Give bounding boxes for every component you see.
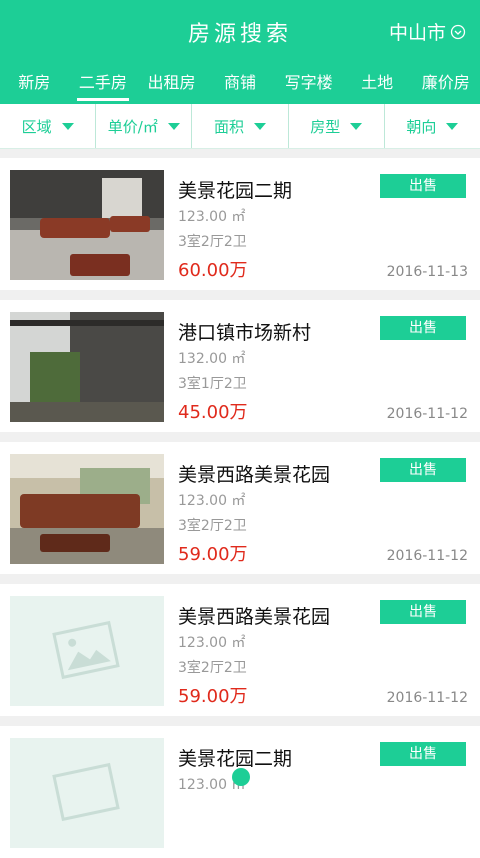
living-room-photo — [10, 454, 164, 564]
tab-affordable[interactable]: 廉价房 — [411, 62, 480, 104]
placeholder-image-icon — [10, 596, 164, 706]
filter-label: 朝向 — [406, 117, 437, 136]
listing-card[interactable]: 港口镇市场新村 132.00 ㎡ 3室1厅2卫 45.00万 出售 2016-1… — [0, 300, 480, 432]
filter-orientation[interactable]: 朝向 — [383, 104, 480, 148]
filter-area[interactable]: 面积 — [191, 104, 287, 148]
dropdown-arrow-icon — [350, 122, 363, 130]
dropdown-arrow-icon — [446, 122, 459, 130]
status-badge: 出售 — [380, 458, 466, 482]
city-selector[interactable]: 中山市 — [389, 18, 466, 45]
balcony-photo — [10, 312, 164, 422]
listing-area: 123.00 ㎡ — [178, 635, 246, 651]
status-badge: 出售 — [380, 316, 466, 340]
listing-date: 2016-11-13 — [386, 264, 468, 280]
dropdown-arrow-icon — [254, 122, 267, 130]
status-badge: 出售 — [380, 600, 466, 624]
chevron-down-circle-icon — [450, 24, 466, 39]
tab-new-homes[interactable]: 新房 — [0, 62, 69, 104]
listing-price: 45.00万 — [178, 402, 248, 423]
tab-shops[interactable]: 商铺 — [206, 62, 275, 104]
status-badge: 出售 — [380, 174, 466, 198]
filter-label: 面积 — [214, 117, 245, 136]
tab-rental[interactable]: 出租房 — [137, 62, 206, 104]
listing-price: 59.00万 — [178, 686, 248, 707]
listing-card[interactable]: 美景西路美景花园 123.00 ㎡ 3室2厅2卫 59.00万 出售 2016-… — [0, 584, 480, 716]
listing-price: 59.00万 — [178, 544, 248, 565]
listing-date: 2016-11-12 — [386, 690, 468, 706]
floating-action-button[interactable] — [232, 768, 250, 786]
filter-bar: 区域 单价/㎡ 面积 房型 朝向 — [0, 104, 480, 149]
listing-title: 美景花园二期 — [178, 748, 293, 770]
listing-card[interactable]: 美景花园二期 123.00 ㎡ 3室2厅2卫 60.00万 出售 2016-11… — [0, 158, 480, 290]
dropdown-arrow-icon — [61, 122, 74, 130]
filter-district[interactable]: 区域 — [0, 104, 95, 148]
filter-label: 房型 — [310, 117, 341, 136]
filter-label: 单价/㎡ — [107, 117, 158, 136]
listing-title: 美景西路美景花园 — [178, 464, 331, 486]
filter-label: 区域 — [21, 117, 52, 136]
listing-layout: 3室2厅2卫 — [178, 518, 247, 534]
listing-date: 2016-11-12 — [386, 406, 468, 422]
listing-area: 123.00 ㎡ — [178, 209, 246, 225]
tab-offices[interactable]: 写字楼 — [274, 62, 343, 104]
listing-title: 港口镇市场新村 — [178, 322, 312, 344]
tab-second-hand[interactable]: 二手房 — [69, 62, 138, 104]
status-badge: 出售 — [380, 742, 466, 766]
listing-card[interactable]: 美景花园二期 123.00 ㎡ 出售 — [0, 726, 480, 858]
living-room-photo — [10, 170, 164, 280]
listing-layout: 3室1厅2卫 — [178, 376, 247, 392]
filter-unit-price[interactable]: 单价/㎡ — [95, 104, 191, 148]
listing-price: 60.00万 — [178, 260, 248, 281]
listing-title: 美景花园二期 — [178, 180, 293, 202]
listing-date: 2016-11-12 — [386, 548, 468, 564]
listing-layout: 3室2厅2卫 — [178, 234, 247, 250]
tab-land[interactable]: 土地 — [343, 62, 412, 104]
listing-area: 132.00 ㎡ — [178, 351, 246, 367]
placeholder-image-icon — [10, 738, 164, 848]
category-tabs: 新房 二手房 出租房 商铺 写字楼 土地 廉价房 — [0, 62, 480, 104]
listing-card[interactable]: 美景西路美景花园 123.00 ㎡ 3室2厅2卫 59.00万 出售 2016-… — [0, 442, 480, 574]
listing-area: 123.00 ㎡ — [178, 493, 246, 509]
city-label: 中山市 — [388, 22, 446, 44]
listing-title: 美景西路美景花园 — [178, 606, 331, 628]
dropdown-arrow-icon — [167, 122, 180, 130]
filter-room-type[interactable]: 房型 — [287, 104, 384, 148]
app-header: 房源搜索 中山市 — [0, 0, 480, 62]
listing-layout: 3室2厅2卫 — [178, 660, 247, 676]
